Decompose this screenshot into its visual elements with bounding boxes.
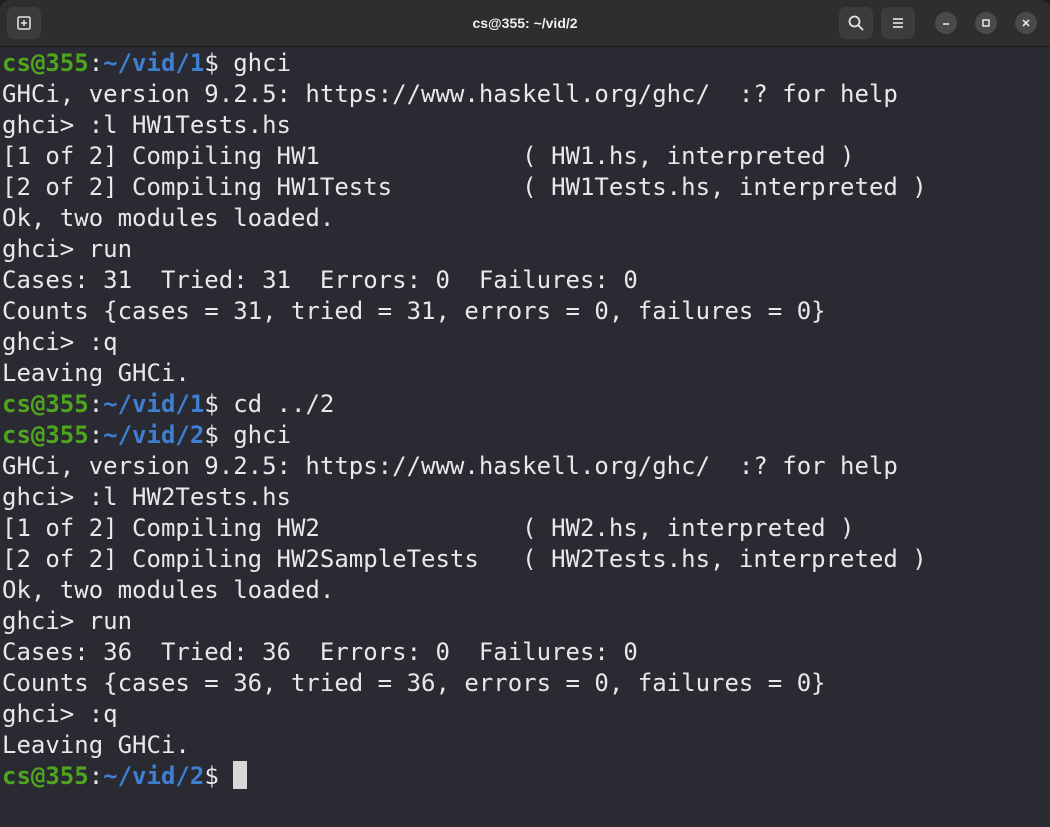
prompt-sigil: $ [204, 762, 234, 790]
output-text: Ok, two modules loaded. [2, 576, 335, 604]
output-line: GHCi, version 9.2.5: https://www.haskell… [2, 451, 898, 482]
prompt-path: ~/vid/1 [103, 390, 205, 418]
output-text: ghci> :q [2, 328, 118, 356]
new-tab-button[interactable] [7, 7, 41, 39]
output-text: Leaving GHCi. [2, 359, 190, 387]
hamburger-menu-icon [893, 18, 903, 28]
output-text: ghci> :l HW1Tests.hs [2, 111, 291, 139]
prompt-line: cs@355:~/vid/2$ [2, 761, 248, 792]
output-text: [1 of 2] Compiling HW2 ( HW2.hs, interpr… [2, 514, 855, 542]
output-line: ghci> run [2, 606, 132, 637]
minimize-button[interactable] [935, 12, 957, 34]
output-line: [1 of 2] Compiling HW2 ( HW2.hs, interpr… [2, 513, 855, 544]
output-line: [2 of 2] Compiling HW2SampleTests ( HW2T… [2, 544, 927, 575]
close-icon [1022, 19, 1030, 27]
output-line: Leaving GHCi. [2, 730, 190, 761]
maximize-button[interactable] [975, 12, 997, 34]
output-text: Leaving GHCi. [2, 731, 190, 759]
title-bar[interactable]: cs@355: ~/vid/2 [0, 0, 1050, 47]
minimize-icon [943, 23, 949, 25]
prompt-separator: : [88, 762, 104, 790]
prompt-user: cs@355 [2, 49, 89, 77]
command-text: cd ../2 [233, 390, 335, 418]
output-text: Counts {cases = 36, tried = 36, errors =… [2, 669, 826, 697]
prompt-line: cs@355:~/vid/1$ cd ../2 [2, 389, 334, 420]
prompt-sigil: $ [204, 390, 234, 418]
output-text: GHCi, version 9.2.5: https://www.haskell… [2, 452, 898, 480]
output-line: ghci> run [2, 234, 132, 265]
terminal-window: cs@355: ~/vid/2 cs@355:~/vid/1$ ghci GHC… [0, 0, 1050, 827]
close-button[interactable] [1015, 12, 1037, 34]
prompt-separator: : [88, 49, 104, 77]
output-line: ghci> :l HW1Tests.hs [2, 110, 291, 141]
search-icon [848, 15, 864, 31]
prompt-path: ~/vid/2 [103, 762, 205, 790]
output-line: ghci> :q [2, 327, 118, 358]
prompt-user: cs@355 [2, 421, 89, 449]
output-line: [2 of 2] Compiling HW1Tests ( HW1Tests.h… [2, 172, 927, 203]
prompt-sigil: $ [204, 49, 234, 77]
terminal-output[interactable]: cs@355:~/vid/1$ ghci GHCi, version 9.2.5:… [0, 47, 1050, 827]
output-line: ghci> :q [2, 699, 118, 730]
prompt-line: cs@355:~/vid/1$ ghci [2, 48, 291, 79]
output-text: Counts {cases = 31, tried = 31, errors =… [2, 297, 826, 325]
output-text: Cases: 36 Tried: 36 Errors: 0 Failures: … [2, 638, 638, 666]
new-tab-icon [17, 16, 31, 30]
output-line: Counts {cases = 31, tried = 31, errors =… [2, 296, 826, 327]
output-text: ghci> :l HW2Tests.hs [2, 483, 291, 511]
output-text: Ok, two modules loaded. [2, 204, 335, 232]
output-text: GHCi, version 9.2.5: https://www.haskell… [2, 80, 898, 108]
command-text: ghci [233, 421, 292, 449]
menu-button[interactable] [881, 7, 915, 39]
output-line: Cases: 31 Tried: 31 Errors: 0 Failures: … [2, 265, 638, 296]
output-line: Counts {cases = 36, tried = 36, errors =… [2, 668, 826, 699]
output-text: [2 of 2] Compiling HW2SampleTests ( HW2T… [2, 545, 927, 573]
prompt-sigil: $ [204, 421, 234, 449]
output-text: ghci> run [2, 235, 133, 263]
output-text: ghci> run [2, 607, 133, 635]
output-text: Cases: 31 Tried: 31 Errors: 0 Failures: … [2, 266, 638, 294]
prompt-line: cs@355:~/vid/2$ ghci [2, 420, 291, 451]
prompt-path: ~/vid/1 [103, 49, 205, 77]
prompt-separator: : [88, 390, 104, 418]
output-text: ghci> :q [2, 700, 118, 728]
maximize-icon [982, 19, 990, 27]
prompt-user: cs@355 [2, 390, 89, 418]
output-line: Ok, two modules loaded. [2, 575, 334, 606]
prompt-user: cs@355 [2, 762, 89, 790]
prompt-separator: : [88, 421, 104, 449]
search-button[interactable] [839, 7, 873, 39]
command-text: ghci [233, 49, 292, 77]
prompt-path: ~/vid/2 [103, 421, 205, 449]
output-line: Ok, two modules loaded. [2, 203, 334, 234]
output-line: [1 of 2] Compiling HW1 ( HW1.hs, interpr… [2, 141, 855, 172]
output-line: GHCi, version 9.2.5: https://www.haskell… [2, 79, 898, 110]
output-line: ghci> :l HW2Tests.hs [2, 482, 291, 513]
output-text: [1 of 2] Compiling HW1 ( HW1.hs, interpr… [2, 142, 855, 170]
output-line: Cases: 36 Tried: 36 Errors: 0 Failures: … [2, 637, 638, 668]
output-line: Leaving GHCi. [2, 358, 190, 389]
text-cursor [233, 761, 248, 789]
output-text: [2 of 2] Compiling HW1Tests ( HW1Tests.h… [2, 173, 927, 201]
